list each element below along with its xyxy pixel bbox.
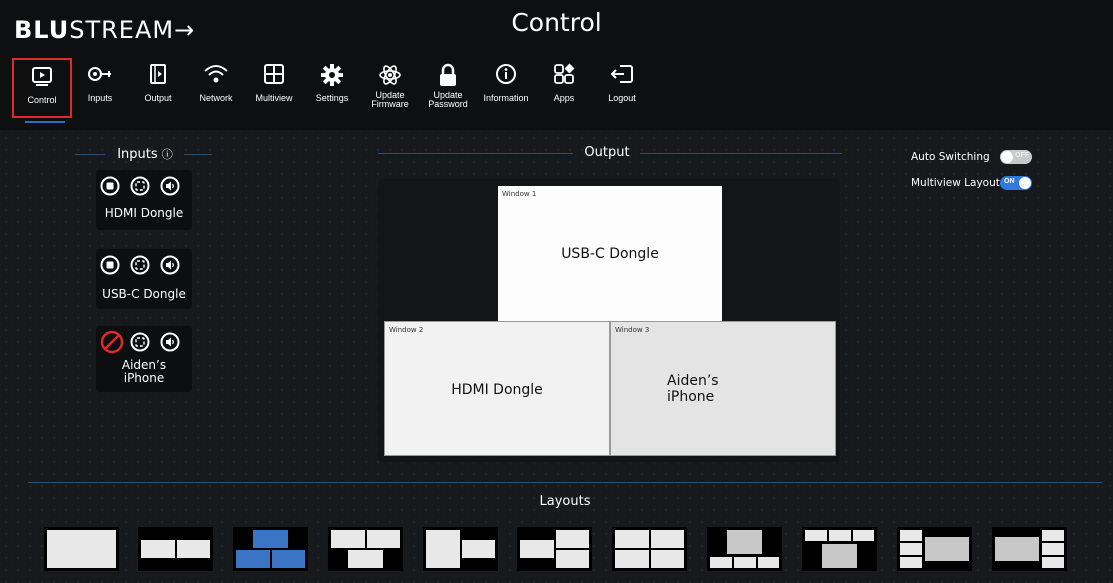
nav-inputs[interactable]: Inputs	[70, 58, 130, 118]
nav-settings[interactable]: Settings	[302, 58, 362, 118]
audio-icon[interactable]	[160, 332, 180, 352]
nav-update-firmware[interactable]: Update Firmware	[360, 58, 420, 118]
auto-switching-toggle[interactable]: OFF	[1000, 150, 1032, 164]
input-card-hdmi-dongle[interactable]: HDMI Dongle	[96, 170, 192, 230]
apps-icon	[554, 63, 575, 84]
inputs-heading: Inputs ⓘ	[110, 146, 180, 162]
audio-icon[interactable]	[160, 176, 180, 196]
input-name: HDMI Dongle	[104, 206, 184, 220]
window-label: Window 3	[615, 326, 650, 334]
inputs-rule-right	[184, 154, 212, 155]
nav-network[interactable]: Network	[186, 58, 246, 118]
blocked-icon[interactable]	[100, 330, 124, 354]
audio-icon[interactable]	[160, 255, 180, 275]
multiview-layout-toggle[interactable]: ON	[1000, 176, 1032, 190]
layout-option-2[interactable]	[138, 527, 213, 571]
fullscreen-icon[interactable]	[130, 255, 150, 275]
layout-option-3-selected[interactable]	[233, 527, 308, 571]
window-label: Window 2	[389, 326, 424, 334]
window-source: USB-C Dongle	[561, 246, 659, 262]
layouts-divider	[28, 482, 1102, 483]
output-rule-right	[640, 153, 842, 154]
nav-update-password[interactable]: Update Password	[418, 58, 478, 118]
input-card-icons	[100, 255, 190, 275]
play-screen-icon	[32, 67, 52, 86]
output-window-3[interactable]: Window 3 Aiden’s iPhone	[610, 321, 836, 456]
toggle-state: ON	[1004, 178, 1015, 185]
input-card-aidens-iphone[interactable]: Aiden’s iPhone	[96, 326, 192, 392]
nav-multiview[interactable]: Multiview	[244, 58, 304, 118]
output-icon	[150, 64, 166, 84]
inputs-rule-left	[75, 154, 105, 155]
stop-icon[interactable]	[100, 176, 120, 196]
info-icon	[496, 64, 516, 84]
output-window-1[interactable]: Window 1 USB-C Dongle	[498, 186, 722, 321]
multiview-layout-label: Multiview Layout	[911, 177, 1000, 189]
layout-option-5[interactable]	[423, 527, 498, 571]
output-window-2[interactable]: Window 2 HDMI Dongle	[384, 321, 610, 456]
multiview-layout-row: Multiview Layout	[911, 177, 1000, 189]
top-bar: BLUSTREAM→ Control Control Inputs Output…	[0, 0, 1113, 130]
nav-logout[interactable]: Logout	[592, 58, 652, 118]
layout-option-11[interactable]	[992, 527, 1067, 571]
nav-output[interactable]: Output	[128, 58, 188, 118]
output-title: Output	[584, 145, 630, 160]
input-card-icons	[100, 176, 190, 196]
input-name: Aiden’s iPhone	[121, 358, 167, 385]
input-card-usbc-dongle[interactable]: USB-C Dongle	[96, 249, 192, 309]
auto-switching-row: Auto Switching	[911, 151, 990, 163]
lock-icon	[440, 63, 456, 86]
layouts-title: Layouts	[539, 494, 591, 509]
layout-option-9[interactable]	[802, 527, 877, 571]
atom-icon	[379, 65, 401, 85]
auto-switching-label: Auto Switching	[911, 151, 990, 163]
output-rule-left	[378, 153, 573, 154]
output-preview: Window 1 USB-C Dongle Window 2 HDMI Dong…	[378, 179, 840, 462]
layout-option-10[interactable]	[897, 527, 972, 571]
wifi-icon	[204, 65, 228, 83]
toggle-knob	[1001, 151, 1013, 163]
layout-option-7[interactable]	[612, 527, 687, 571]
active-nav-indicator	[25, 121, 65, 123]
logout-icon	[610, 65, 633, 83]
toggle-state: OFF	[1015, 152, 1029, 159]
layout-option-1[interactable]	[44, 527, 119, 571]
layout-option-6[interactable]	[517, 527, 592, 571]
toggle-knob	[1019, 177, 1031, 189]
grid-icon	[264, 64, 284, 84]
nav-information[interactable]: Information	[476, 58, 536, 118]
layout-option-4[interactable]	[328, 527, 403, 571]
nav-label: Logout	[608, 93, 636, 103]
nav-control[interactable]: Control	[12, 58, 72, 118]
inputs-title: Inputs	[117, 147, 158, 162]
page-title: Control	[511, 8, 602, 37]
nav-apps[interactable]: Apps	[534, 58, 594, 118]
window-label: Window 1	[502, 190, 537, 198]
window-source: HDMI Dongle	[451, 382, 543, 398]
input-name: USB-C Dongle	[102, 287, 186, 301]
fullscreen-icon[interactable]	[130, 332, 150, 352]
input-card-icons	[100, 330, 190, 354]
layout-option-8[interactable]	[707, 527, 782, 571]
input-plug-icon	[88, 67, 111, 81]
info-icon[interactable]: ⓘ	[162, 148, 173, 161]
window-source: Aiden’s iPhone	[667, 373, 719, 405]
stop-icon[interactable]	[100, 255, 120, 275]
gear-icon	[321, 64, 343, 86]
fullscreen-icon[interactable]	[130, 176, 150, 196]
